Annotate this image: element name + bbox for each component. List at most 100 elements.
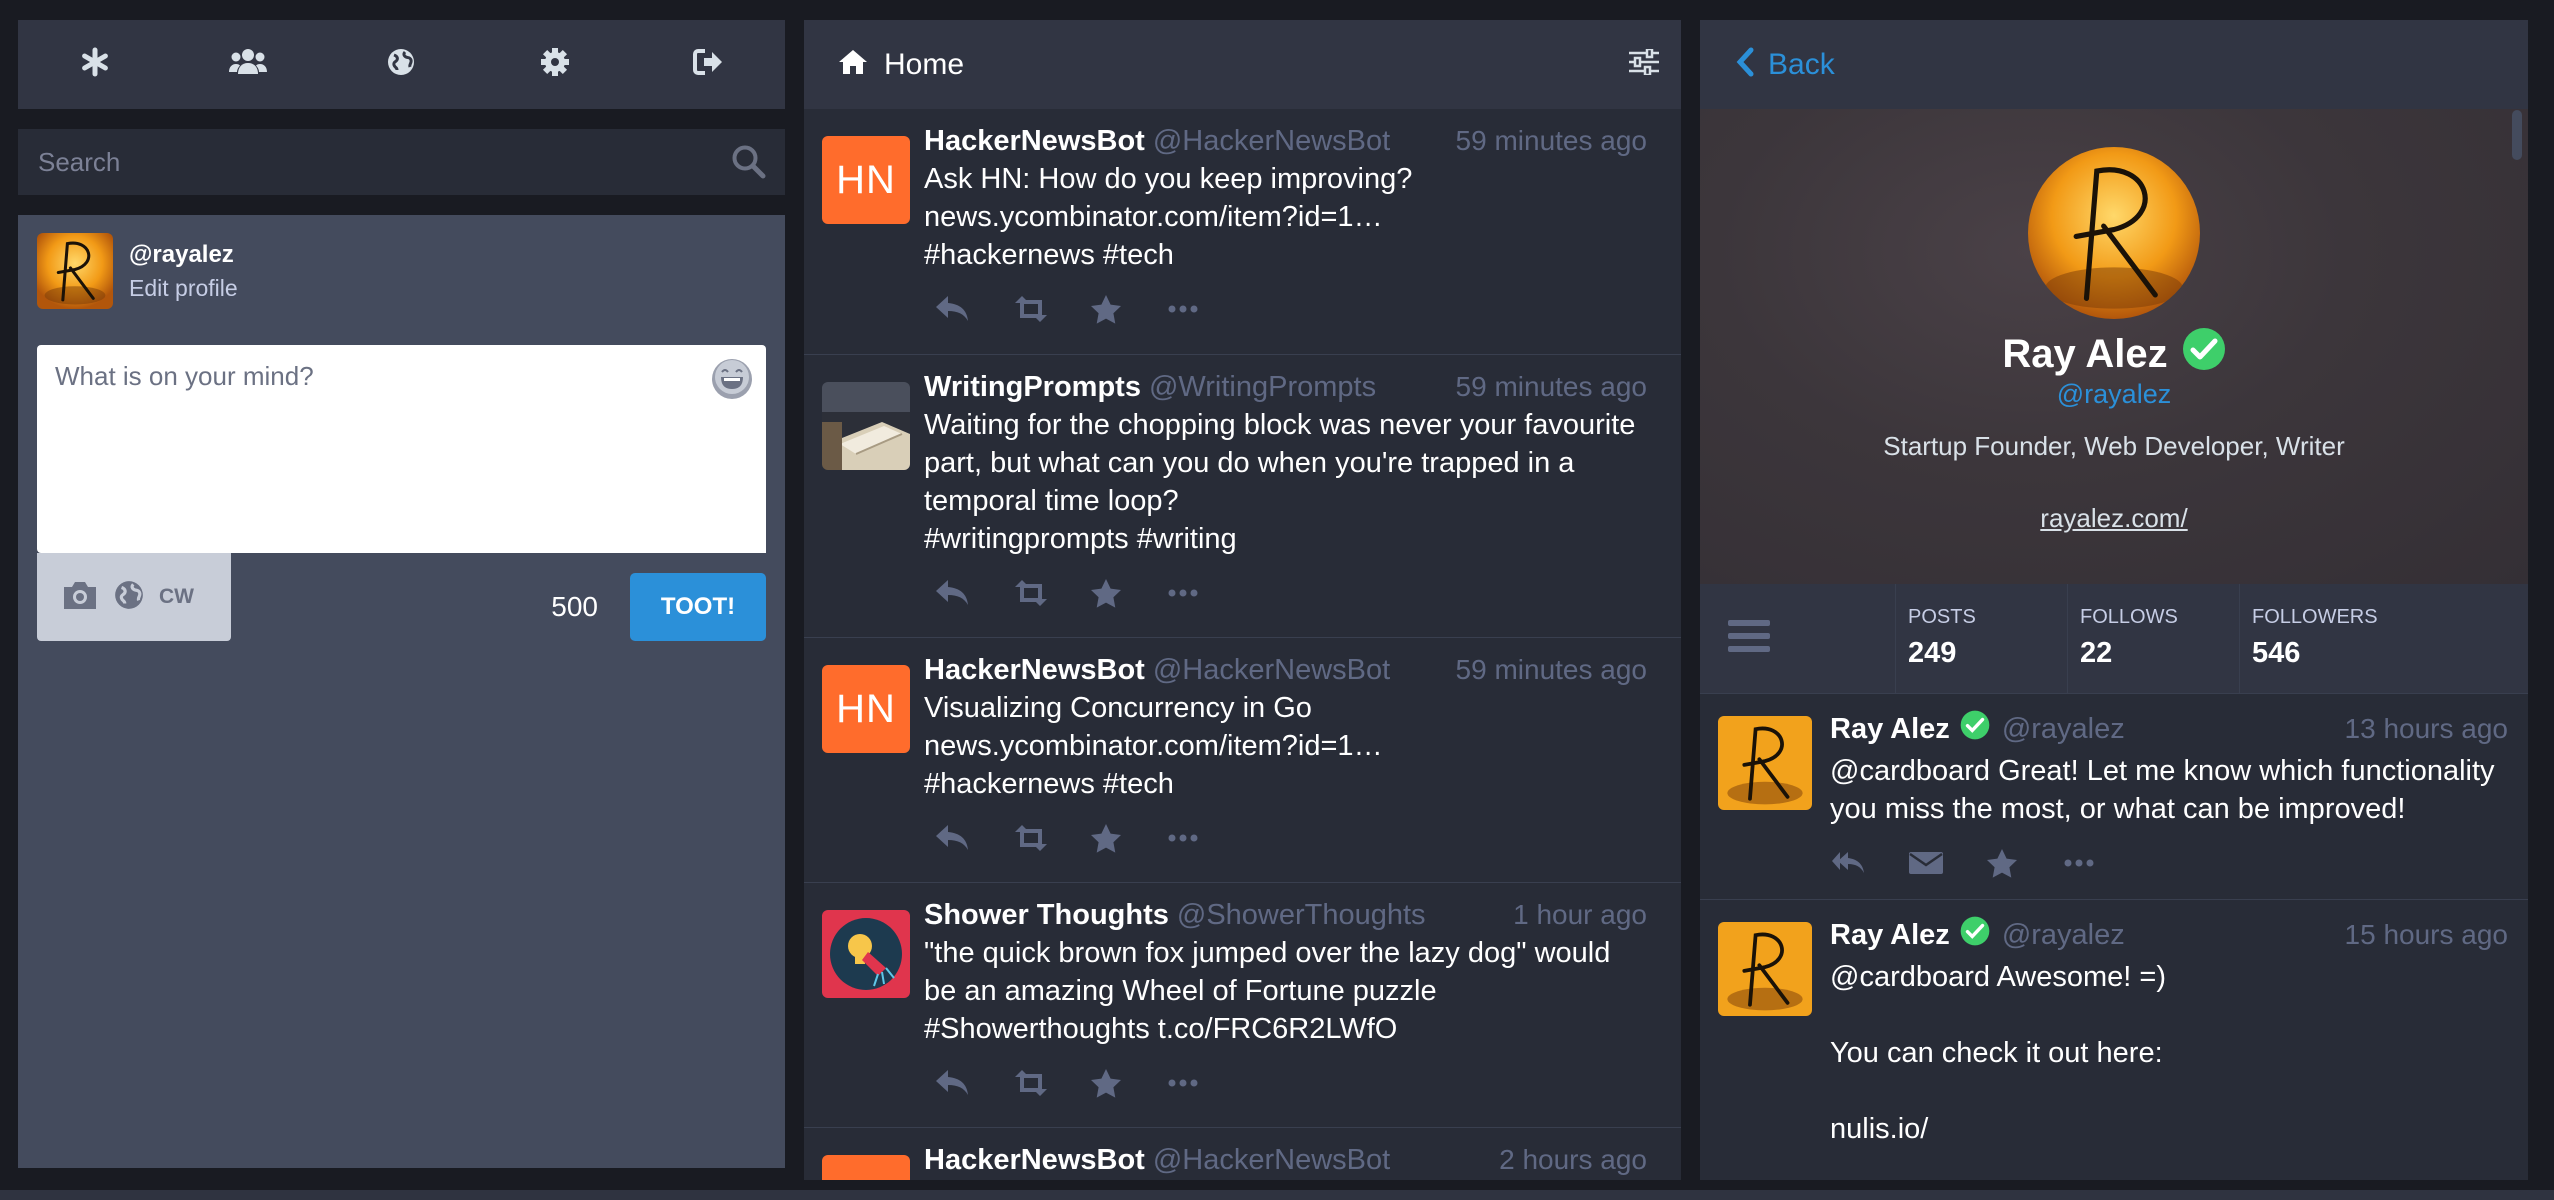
preferences-button[interactable] xyxy=(525,35,585,95)
status-action-bar xyxy=(1830,828,2508,898)
boost-icon[interactable] xyxy=(1012,284,1090,334)
avatar[interactable] xyxy=(37,233,113,309)
status-display-name[interactable]: Ray Alez xyxy=(1830,713,1950,746)
more-icon[interactable] xyxy=(1168,813,1246,863)
status-content: @cardboard Great! Let me know which func… xyxy=(1830,755,2495,825)
verified-icon xyxy=(2182,327,2226,381)
globe-icon[interactable] xyxy=(113,579,145,616)
profile-avatar[interactable] xyxy=(2028,147,2200,319)
profile-account[interactable]: @rayalez xyxy=(1700,379,2528,410)
reply-all-icon[interactable] xyxy=(1830,838,1908,888)
reply-icon[interactable] xyxy=(934,813,1012,863)
search-input[interactable] xyxy=(18,129,785,195)
chevron-left-icon[interactable] xyxy=(1736,47,1754,82)
compose-tools: CW xyxy=(37,553,231,641)
edit-profile-link[interactable]: Edit profile xyxy=(129,275,238,302)
federated-timeline-button[interactable] xyxy=(371,35,431,95)
boost-icon[interactable] xyxy=(1012,568,1090,618)
status-item[interactable]: HN HackerNewsBot @HackerNewsBot 2 hours … xyxy=(804,1128,1681,1180)
scrollbar[interactable] xyxy=(2512,110,2522,160)
avatar[interactable] xyxy=(822,910,910,998)
status-display-name[interactable]: HackerNewsBot xyxy=(924,654,1145,687)
profile-website-link[interactable]: rayalez.com/ xyxy=(1700,503,2528,534)
account-handle[interactable]: @rayalez xyxy=(129,241,238,269)
status-timestamp[interactable]: 1 hour ago xyxy=(1513,899,1647,931)
status-account[interactable]: @HackerNewsBot xyxy=(1153,654,1390,687)
logout-button[interactable] xyxy=(678,35,738,95)
status-item[interactable]: HN HackerNewsBot @HackerNewsBot 59 minut… xyxy=(804,638,1681,883)
home-column-header: Home xyxy=(804,20,1681,109)
favourite-icon[interactable] xyxy=(1986,838,2064,888)
status-timestamp[interactable]: 59 minutes ago xyxy=(1456,371,1647,403)
status-timestamp[interactable]: 2 hours ago xyxy=(1499,1144,1647,1176)
follows-counter[interactable]: FOLLOWS 22 xyxy=(2068,584,2240,693)
more-icon[interactable] xyxy=(1168,568,1246,618)
getting-started-button[interactable] xyxy=(65,35,125,95)
avatar[interactable]: HN xyxy=(822,136,910,224)
column-settings-icon[interactable] xyxy=(1629,47,1659,80)
status-timestamp[interactable]: 13 hours ago xyxy=(2345,713,2508,745)
profile-counters: POSTS 249 FOLLOWS 22 FOLLOWERS 546 xyxy=(1700,584,2528,694)
avatar[interactable] xyxy=(822,382,910,470)
favourite-icon[interactable] xyxy=(1090,1058,1168,1108)
column-title[interactable]: Home xyxy=(884,48,964,82)
followers-counter[interactable]: FOLLOWERS 546 xyxy=(2240,584,2412,693)
status-display-name[interactable]: WritingPrompts xyxy=(924,371,1141,404)
status-item[interactable]: Ray Alez @rayalez 13 hours ago @cardboar… xyxy=(1700,694,2528,900)
toot-button[interactable]: TOOT! xyxy=(630,573,766,641)
local-timeline-button[interactable] xyxy=(218,35,278,95)
favourite-icon[interactable] xyxy=(1090,284,1168,334)
status-account[interactable]: @WritingPrompts xyxy=(1149,371,1376,404)
status-account[interactable]: @HackerNewsBot xyxy=(1153,1144,1390,1177)
status-content: "the quick brown fox jumped over the laz… xyxy=(924,937,1611,1045)
status-display-name[interactable]: Shower Thoughts xyxy=(924,899,1169,932)
emoji-picker-button[interactable] xyxy=(712,359,752,399)
boost-icon[interactable] xyxy=(1012,813,1090,863)
profile-display-name: Ray Alez xyxy=(2002,331,2168,376)
status-timestamp[interactable]: 59 minutes ago xyxy=(1456,125,1647,157)
more-icon[interactable] xyxy=(1168,1058,1246,1108)
status-timestamp[interactable]: 15 hours ago xyxy=(2345,919,2508,951)
favourite-icon[interactable] xyxy=(1090,568,1168,618)
status-account[interactable]: @HackerNewsBot xyxy=(1153,125,1390,158)
laughing-emoji-icon xyxy=(714,359,750,400)
status-item[interactable]: Ray Alez @rayalez 15 hours ago @cardboar… xyxy=(1700,900,2528,1180)
reply-icon[interactable] xyxy=(934,568,1012,618)
search-icon[interactable] xyxy=(731,144,767,185)
direct-message-icon[interactable] xyxy=(1908,838,1986,888)
character-counter: 500 xyxy=(551,591,598,622)
avatar[interactable]: HN xyxy=(822,1155,910,1180)
compose-textarea[interactable] xyxy=(37,345,766,553)
avatar[interactable]: HN xyxy=(822,665,910,753)
more-icon[interactable] xyxy=(1168,284,1246,334)
more-icon[interactable] xyxy=(2064,838,2142,888)
hamburger-icon xyxy=(1728,618,1770,659)
status-display-name[interactable]: HackerNewsBot xyxy=(924,125,1145,158)
avatar[interactable] xyxy=(1718,922,1812,1016)
avatar[interactable] xyxy=(1718,716,1812,810)
camera-icon[interactable] xyxy=(61,579,99,616)
compose-column: @rayalez Edit profile CW xyxy=(18,20,785,1168)
profile-menu-button[interactable] xyxy=(1700,584,1896,693)
reply-icon[interactable] xyxy=(934,1058,1012,1108)
content-warning-button[interactable]: CW xyxy=(159,585,194,609)
status-content: Ask HN: How do you keep improving? news.… xyxy=(924,163,1413,271)
status-account[interactable]: @rayalez xyxy=(2002,919,2125,952)
status-action-bar xyxy=(924,558,1647,628)
status-timestamp[interactable]: 59 minutes ago xyxy=(1456,654,1647,686)
back-button[interactable]: Back xyxy=(1768,48,1835,82)
status-content: Visualizing Concurrency in Go news.ycomb… xyxy=(924,692,1383,800)
status-display-name[interactable]: Ray Alez xyxy=(1830,919,1950,952)
status-display-name[interactable]: HackerNewsBot xyxy=(924,1144,1145,1177)
back-header[interactable]: Back xyxy=(1700,20,2528,109)
reply-icon[interactable] xyxy=(934,284,1012,334)
status-item[interactable]: WritingPrompts @WritingPrompts 59 minute… xyxy=(804,355,1681,638)
status-account[interactable]: @rayalez xyxy=(2002,713,2125,746)
posts-counter[interactable]: POSTS 249 xyxy=(1896,584,2068,693)
status-item[interactable]: Shower Thoughts @ShowerThoughts 1 hour a… xyxy=(804,883,1681,1128)
status-item[interactable]: HN HackerNewsBot @HackerNewsBot 59 minut… xyxy=(804,109,1681,355)
favourite-icon[interactable] xyxy=(1090,813,1168,863)
status-account[interactable]: @ShowerThoughts xyxy=(1177,899,1426,932)
boost-icon[interactable] xyxy=(1012,1058,1090,1108)
drawer-nav xyxy=(18,20,785,109)
